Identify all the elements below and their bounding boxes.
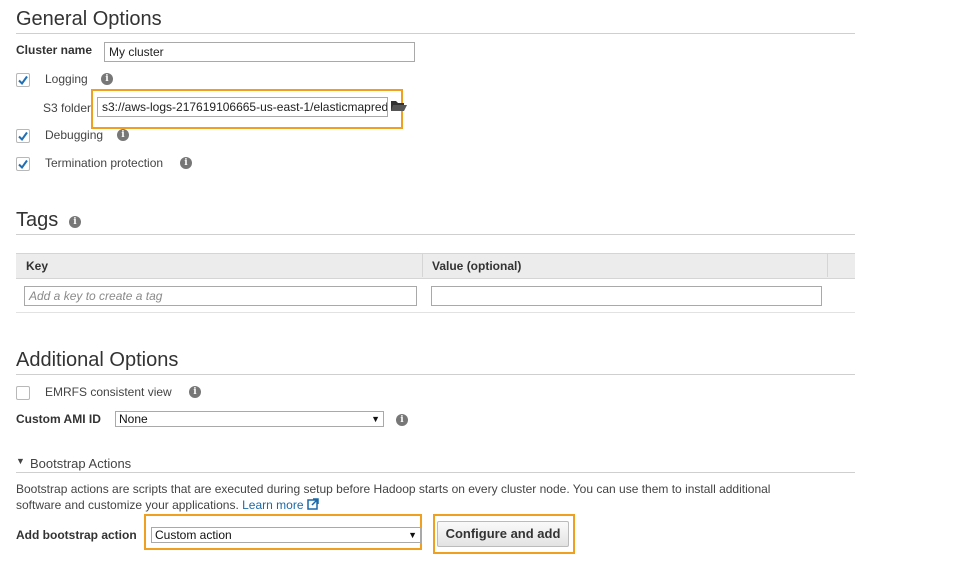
debugging-info-icon[interactable]: i <box>117 129 129 141</box>
termination-info-icon[interactable]: i <box>180 157 192 169</box>
custom-ami-select[interactable]: None ▼ <box>115 411 384 427</box>
general-options-heading: General Options <box>16 8 162 30</box>
bootstrap-description-text: software and customize your applications… <box>16 498 239 512</box>
tags-col-divider-end <box>827 254 828 277</box>
dropdown-arrow-icon: ▼ <box>408 530 417 540</box>
bootstrap-actions-toggle[interactable]: Bootstrap Actions <box>30 456 131 471</box>
dropdown-arrow-icon: ▼ <box>371 414 380 424</box>
debugging-label: Debugging <box>45 128 104 142</box>
emrfs-info-icon[interactable]: i <box>189 386 201 398</box>
general-options-divider <box>16 33 855 34</box>
debugging-checkbox[interactable] <box>16 129 30 143</box>
external-link-icon <box>307 498 319 510</box>
bootstrap-description-line1: Bootstrap actions are scripts that are e… <box>16 482 771 496</box>
checkmark-icon <box>18 131 28 142</box>
learn-more-link[interactable]: Learn more <box>242 498 319 512</box>
tags-col-divider <box>422 254 423 277</box>
cluster-name-label: Cluster name <box>16 43 93 57</box>
tag-value-input[interactable] <box>431 286 822 306</box>
collapse-triangle-icon[interactable]: ▼ <box>16 456 25 466</box>
bootstrap-action-value: Custom action <box>155 528 232 542</box>
tags-divider <box>16 234 855 235</box>
tag-key-placeholder: Add a key to create a tag <box>29 289 163 303</box>
s3-folder-input[interactable]: s3://aws-logs-217619106665-us-east-1/ela… <box>97 97 388 117</box>
custom-ami-value: None <box>119 412 148 426</box>
checkmark-icon <box>18 75 28 86</box>
learn-more-label: Learn more <box>242 498 304 512</box>
configure-and-add-button[interactable]: Configure and add <box>437 521 569 547</box>
bootstrap-actions-divider <box>16 472 855 473</box>
termination-protection-label: Termination protection <box>45 156 164 170</box>
termination-protection-checkbox[interactable] <box>16 157 30 171</box>
additional-options-divider <box>16 374 855 375</box>
emrfs-checkbox[interactable] <box>16 386 30 400</box>
add-bootstrap-action-label: Add bootstrap action <box>16 528 137 542</box>
tags-info-icon[interactable]: i <box>69 216 81 228</box>
tag-key-input[interactable]: Add a key to create a tag <box>24 286 417 306</box>
cluster-name-input[interactable]: My cluster <box>104 42 415 62</box>
emrfs-label: EMRFS consistent view <box>45 385 172 399</box>
custom-ami-label: Custom AMI ID <box>16 412 101 426</box>
logging-label: Logging <box>45 72 88 86</box>
tags-value-column: Value (optional) <box>432 259 522 273</box>
tags-heading: Tags <box>16 209 59 231</box>
s3-folder-label: S3 folder <box>43 101 92 115</box>
logging-info-icon[interactable]: i <box>101 73 113 85</box>
checkmark-icon <box>18 159 28 170</box>
folder-icon[interactable] <box>390 99 408 113</box>
logging-checkbox[interactable] <box>16 73 30 87</box>
tags-table-bottom <box>16 312 855 313</box>
custom-ami-info-icon[interactable]: i <box>396 414 408 426</box>
additional-options-heading: Additional Options <box>16 349 179 371</box>
tags-key-column: Key <box>26 259 49 273</box>
bootstrap-description-line2: software and customize your applications… <box>16 498 319 512</box>
bootstrap-action-select[interactable]: Custom action ▼ <box>151 527 421 543</box>
